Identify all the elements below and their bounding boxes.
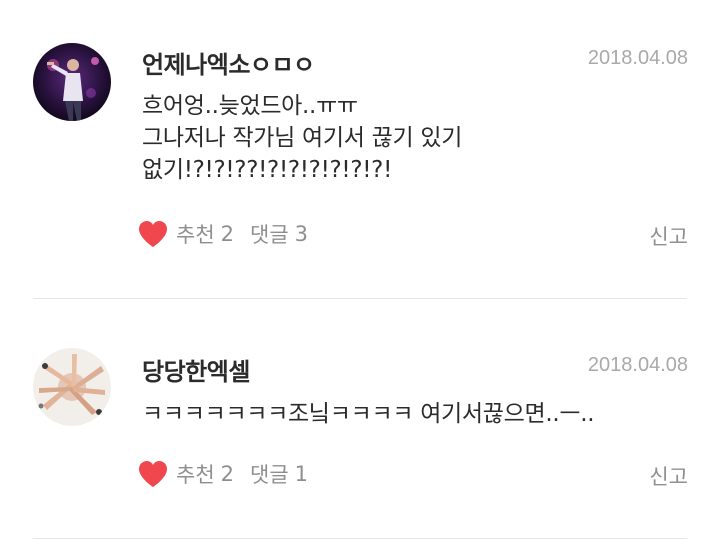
comment-body: ㅋㅋㅋㅋㅋㅋㅋ조닠ㅋㅋㅋㅋ 여기서끊으면..ㅡ.. bbox=[142, 398, 682, 430]
comment-actions: 추천 2 댓글 3 bbox=[138, 219, 308, 249]
comment-body: 흐어엉..늦었드아..ㅠㅠ 그나저나 작가님 여기서 끊기 있기 없기!?!?!… bbox=[142, 90, 682, 186]
avatar[interactable] bbox=[33, 43, 111, 121]
comment-item: 언제나엑소ㅇㅁㅇ 2018.04.08 흐어엉..늦었드아..ㅠㅠ 그나저나 작… bbox=[0, 0, 720, 298]
comment-body-line: 없기!?!?!??!?!?!?!?!?!?! bbox=[142, 157, 392, 183]
reply-label: 댓글 bbox=[250, 463, 289, 487]
recommend-label: 추천 bbox=[176, 463, 215, 487]
reply-label: 댓글 bbox=[250, 223, 289, 247]
comment-body-line: 흐어엉..늦었드아..ㅠㅠ bbox=[142, 93, 358, 119]
comment-body-line: 그나저나 작가님 여기서 끊기 있기 bbox=[142, 125, 463, 151]
divider bbox=[33, 538, 687, 539]
heart-icon bbox=[139, 461, 167, 487]
author-name[interactable]: 언제나엑소ㅇㅁㅇ bbox=[142, 45, 315, 80]
reply-button[interactable]: 댓글 3 bbox=[250, 219, 308, 249]
concert-photo-avatar-icon bbox=[33, 43, 111, 121]
comment-actions: 추천 2 댓글 1 bbox=[138, 459, 308, 489]
recommend-count: 2 bbox=[220, 462, 235, 486]
reply-count: 3 bbox=[294, 222, 309, 246]
recommend-label: 추천 bbox=[176, 223, 215, 247]
reply-count: 1 bbox=[294, 462, 309, 486]
report-button[interactable]: 신고 bbox=[649, 461, 688, 491]
comment-body-line: ㅋㅋㅋㅋㅋㅋㅋ조닠ㅋㅋㅋㅋ 여기서끊으면..ㅡ.. bbox=[142, 401, 595, 427]
comment-date: 2018.04.08 bbox=[587, 47, 688, 69]
avatar[interactable] bbox=[33, 348, 111, 426]
recommend-button[interactable]: 추천 2 bbox=[138, 459, 234, 489]
comment-item: 당당한엑셀 2018.04.08 ㅋㅋㅋㅋㅋㅋㅋ조닠ㅋㅋㅋㅋ 여기서끊으면..ㅡ… bbox=[0, 299, 720, 540]
author-name[interactable]: 당당한엑셀 bbox=[142, 352, 250, 387]
hands-photo-avatar-icon bbox=[33, 348, 111, 426]
comment-date: 2018.04.08 bbox=[587, 354, 688, 376]
reply-button[interactable]: 댓글 1 bbox=[250, 459, 308, 489]
heart-icon bbox=[139, 221, 167, 247]
report-button[interactable]: 신고 bbox=[649, 221, 688, 251]
recommend-count: 2 bbox=[220, 222, 235, 246]
recommend-button[interactable]: 추천 2 bbox=[138, 219, 234, 249]
